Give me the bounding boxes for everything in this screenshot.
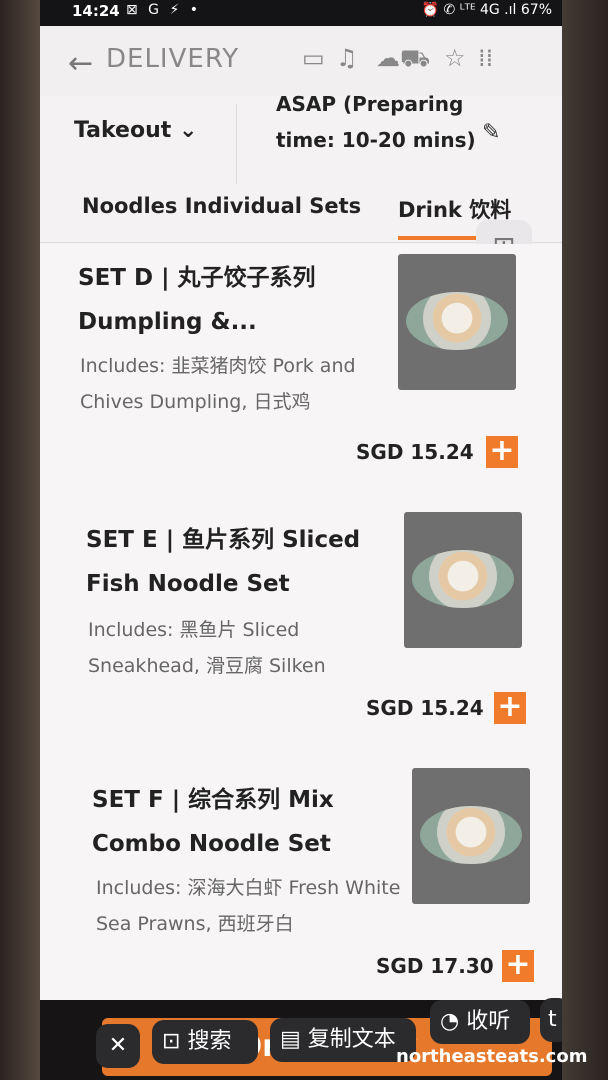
noodle-bowl-image [406, 292, 508, 350]
back-arrow-icon[interactable]: ← [68, 46, 93, 81]
item-price: SGD 15.24 [356, 440, 474, 464]
tab-noodles-individual-sets[interactable]: Noodles Individual Sets [82, 194, 361, 218]
add-to-cart-button[interactable]: + [486, 436, 518, 468]
edit-pencil-icon[interactable]: ✎ [482, 120, 500, 145]
cart-icon[interactable]: ⛟ [400, 44, 430, 75]
cloud-download-icon[interactable]: ☁ [376, 44, 400, 72]
add-to-cart-button[interactable]: + [494, 692, 526, 724]
add-to-cart-button[interactable]: + [502, 950, 534, 982]
battery-percent: 67% [520, 2, 552, 18]
cast-icon[interactable]: ▭ [302, 44, 325, 72]
item-price: SGD 15.24 [366, 696, 484, 720]
item-photo[interactable] [404, 512, 522, 648]
search-button[interactable]: ⊡ 搜索 [152, 1020, 258, 1064]
document-icon: ▤ [280, 1027, 301, 1052]
more-options[interactable]: t [540, 998, 562, 1042]
item-price: SGD 17.30 [376, 954, 494, 978]
listen-button[interactable]: ◔ 收听 [430, 1000, 530, 1044]
bell-icon[interactable]: ♫ [336, 44, 358, 72]
watermark: northeasteats.com [396, 1046, 588, 1067]
item-photo[interactable] [398, 254, 516, 390]
noodle-bowl-image [412, 550, 514, 608]
scan-icon: ⊡ [162, 1029, 181, 1054]
item-description: Includes: 黑鱼片 Sliced Sneakhead, 滑豆腐 Silk… [88, 619, 326, 677]
page-title: DELIVERY [106, 44, 240, 74]
item-name: SET F | 综合系列 Mix Combo Noodle Set [92, 787, 334, 857]
schedule-text: ASAP (Preparing time: 10-20 mins) [276, 92, 476, 152]
star-icon[interactable]: ☆ [444, 44, 466, 72]
item-description: Includes: 韭菜猪肉饺 Pork and Chives Dumpling… [80, 355, 356, 413]
item-description: Includes: 深海大白虾 Fresh White Sea Prawns, … [96, 877, 401, 935]
speaker-person-icon: ◔ [440, 1009, 460, 1034]
divider [236, 104, 237, 184]
status-time: 14:24 [72, 2, 120, 20]
status-right-icons: ⏰ ✆ ᴸᵀᴱ 4G .ıl 67% [421, 2, 552, 18]
menu-item-card[interactable]: SET F | 综合系列 Mix Combo Noodle Set Includ… [40, 756, 562, 1001]
menu-dots-icon[interactable]: ⁞⁞ [478, 44, 493, 72]
item-photo[interactable] [412, 768, 530, 904]
phone-screen: 14:24 ⊠ G ⚡ • ⏰ ✆ ᴸᵀᴱ 4G .ıl 67% ← DELIV… [40, 0, 562, 1080]
order-mode-dropdown[interactable]: Takeout ⌄ [74, 118, 197, 143]
item-name: SET E | 鱼片系列 Sliced Fish Noodle Set [86, 527, 361, 597]
menu-item-card[interactable]: SET D | 丸子饺子系列 Dumpling &... Includes: 韭… [40, 244, 562, 501]
item-name: SET D | 丸子饺子系列 Dumpling &... [78, 265, 316, 335]
copy-text-button[interactable]: ▤ 复制文本 [270, 1018, 416, 1062]
close-icon[interactable]: ✕ [96, 1024, 140, 1068]
menu-item-card[interactable]: SET E | 鱼片系列 Sliced Fish Noodle Set Incl… [40, 500, 562, 757]
noodle-bowl-image [420, 806, 522, 864]
status-bar: 14:24 ⊠ G ⚡ • ⏰ ✆ ᴸᵀᴱ 4G .ıl 67% [40, 0, 562, 26]
chevron-down-icon: ⌄ [178, 118, 198, 143]
status-notification-icons: ⊠ G ⚡ • [126, 2, 202, 18]
